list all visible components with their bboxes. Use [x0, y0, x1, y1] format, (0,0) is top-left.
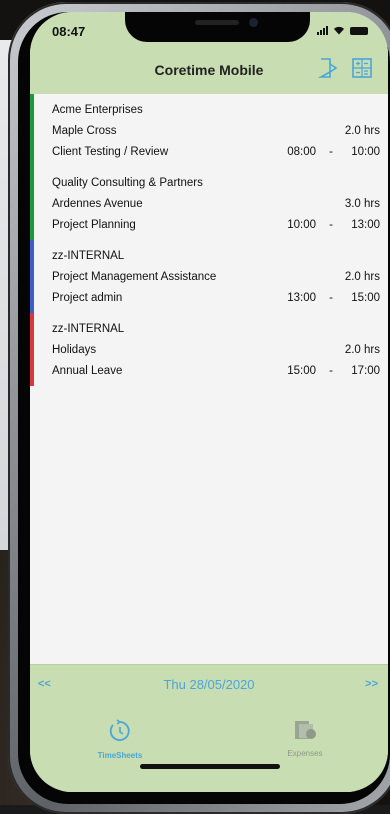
project-name: Maple Cross [52, 125, 117, 137]
list-item[interactable]: Acme Enterprises Maple Cross 2.0 hrs Cli… [30, 94, 388, 167]
timer-icon [109, 719, 130, 741]
status-color-bar [30, 167, 34, 240]
status-color-bar [30, 313, 34, 386]
list-item[interactable]: Quality Consulting & Partners Ardennes A… [30, 167, 388, 240]
task-row: Project Planning 10:00 - 13:00 [52, 215, 388, 236]
tab-timesheets[interactable]: TimeSheets [65, 718, 175, 760]
time-separator: - [329, 219, 333, 231]
signal-icon [317, 26, 328, 35]
project-row: Project Management Assistance 2.0 hrs [52, 267, 388, 288]
tab-label: TimeSheets [97, 751, 143, 760]
wifi-icon [334, 26, 344, 35]
next-day-button[interactable]: >> [365, 678, 378, 690]
date-navigator: << Thu 28/05/2020 >> [30, 664, 388, 707]
hours: 2.0 hrs [344, 344, 380, 356]
phone-notch [125, 12, 310, 42]
hours: 2.0 hrs [344, 125, 380, 137]
end-time: 13:00 [351, 219, 380, 231]
app-screen: 08:47 Coretime Mobile Acme Enterprises M… [30, 12, 388, 792]
speaker [195, 20, 239, 25]
timesheet-list: Acme Enterprises Maple Cross 2.0 hrs Cli… [30, 94, 388, 386]
task-row: Client Testing / Review 08:00 - 10:00 [52, 142, 388, 163]
project-name: Ardennes Avenue [52, 198, 143, 210]
project-row: Maple Cross 2.0 hrs [52, 121, 388, 142]
time-range: 08:00 - 10:00 [274, 142, 380, 163]
time-separator: - [329, 365, 333, 377]
project-row: Holidays 2.0 hrs [52, 340, 388, 361]
status-time: 08:47 [52, 24, 86, 39]
end-time: 10:00 [351, 146, 380, 158]
time-range: 10:00 - 13:00 [274, 215, 380, 236]
battery-icon [350, 26, 368, 35]
time-range: 13:00 - 15:00 [274, 288, 380, 309]
time-separator: - [329, 292, 333, 304]
start-time: 13:00 [287, 292, 316, 304]
task-name: Project Planning [52, 219, 136, 231]
tab-bar: TimeSheets Expenses [30, 706, 388, 792]
hours: 2.0 hrs [344, 271, 380, 283]
start-time: 10:00 [287, 219, 316, 231]
end-time: 15:00 [351, 292, 380, 304]
project-row: Ardennes Avenue 3.0 hrs [52, 194, 388, 215]
project-name: Project Management Assistance [52, 271, 217, 283]
client-name: Acme Enterprises [52, 104, 143, 116]
start-time: 15:00 [287, 365, 316, 377]
task-name: Client Testing / Review [52, 146, 169, 158]
money-icon [295, 721, 316, 739]
status-color-bar [30, 94, 34, 167]
start-time: 08:00 [287, 146, 316, 158]
time-separator: - [329, 146, 333, 158]
client-name: zz-INTERNAL [52, 323, 125, 335]
camera [249, 18, 258, 27]
list-item[interactable]: zz-INTERNAL Project Management Assistanc… [30, 240, 388, 313]
home-indicator[interactable] [140, 764, 280, 769]
task-row: Project admin 13:00 - 15:00 [52, 288, 388, 309]
task-name: Project admin [52, 292, 123, 304]
tab-expenses[interactable]: Expenses [250, 718, 360, 758]
task-row: Annual Leave 15:00 - 17:00 [52, 361, 388, 382]
client-name: Quality Consulting & Partners [52, 177, 203, 189]
current-date[interactable]: Thu 28/05/2020 [30, 677, 388, 692]
export-icon[interactable] [316, 56, 340, 80]
end-time: 17:00 [351, 365, 380, 377]
task-name: Annual Leave [52, 365, 123, 377]
status-icons [317, 26, 368, 35]
status-color-bar [30, 240, 34, 313]
list-item[interactable]: zz-INTERNAL Holidays 2.0 hrs Annual Leav… [30, 313, 388, 386]
hours: 3.0 hrs [344, 198, 380, 210]
time-range: 15:00 - 17:00 [274, 361, 380, 382]
calculator-icon[interactable] [350, 56, 374, 80]
project-name: Holidays [52, 344, 97, 356]
client-name: zz-INTERNAL [52, 250, 125, 262]
tab-label: Expenses [287, 749, 323, 758]
